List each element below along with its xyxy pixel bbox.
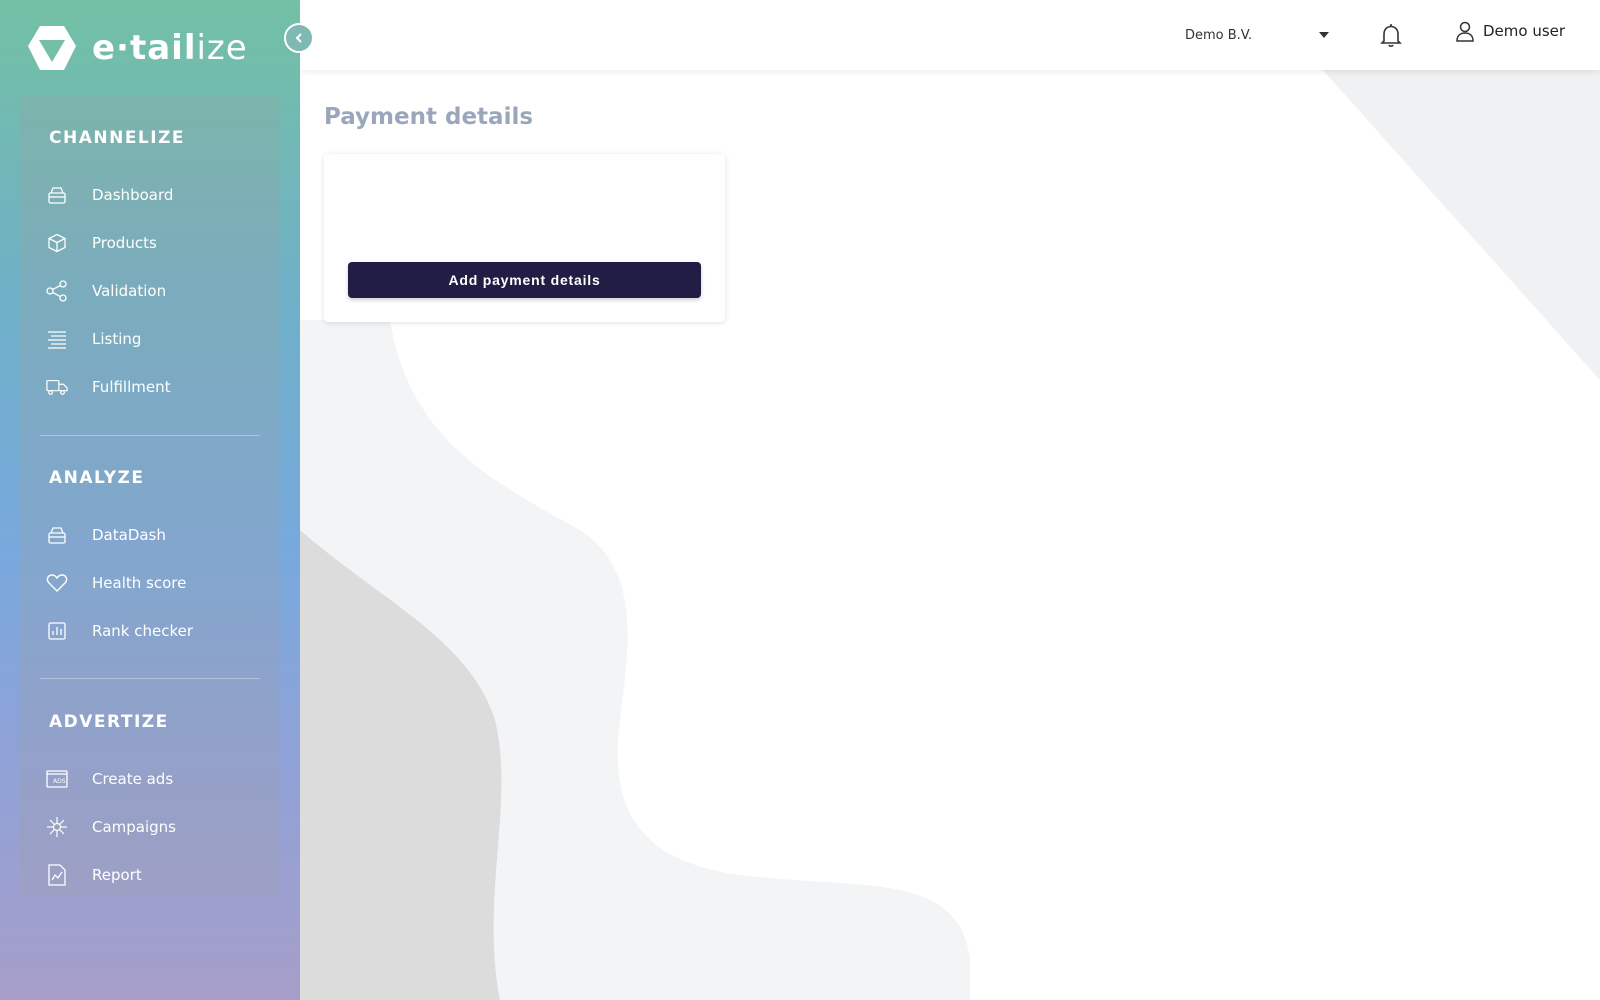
dashboard-icon <box>46 524 68 546</box>
sidebar-item-label: Report <box>92 866 142 884</box>
report-icon <box>46 864 68 886</box>
box-icon <box>46 232 68 254</box>
svg-text:ADS: ADS <box>53 778 66 785</box>
sidebar-item-dashboard[interactable]: Dashboard <box>46 177 266 213</box>
section-divider <box>40 435 260 436</box>
sidebar-item-label: Validation <box>92 282 167 300</box>
list-icon <box>46 328 68 350</box>
heart-icon <box>46 572 68 594</box>
sidebar-item-label: Dashboard <box>92 186 174 204</box>
sidebar-item-label: DataDash <box>92 526 166 544</box>
main-content: Demo B.V. Demo user Payment details Add … <box>300 0 1600 1000</box>
section-divider <box>40 678 260 679</box>
add-payment-details-button[interactable]: Add payment details <box>348 262 701 298</box>
company-select-value: Demo B.V. <box>1185 27 1253 43</box>
page-title: Payment details <box>324 104 534 130</box>
bell-icon[interactable] <box>1378 22 1404 48</box>
sidebar: e·tailize CHANNELIZE Dashboard Products … <box>0 0 300 1000</box>
truck-icon <box>46 376 68 398</box>
user-name: Demo user <box>1483 22 1566 40</box>
sidebar-item-label: Campaigns <box>92 818 177 836</box>
sidebar-item-label: Rank checker <box>92 622 194 640</box>
company-select[interactable]: Demo B.V. <box>1185 20 1330 50</box>
sidebar-item-label: Products <box>92 234 157 252</box>
bar-chart-icon <box>46 620 68 642</box>
topbar: Demo B.V. Demo user <box>300 0 1600 70</box>
sidebar-item-create-ads[interactable]: ADS Create ads <box>46 761 266 797</box>
section-title-channelize: CHANNELIZE <box>49 128 186 148</box>
logo-text: e·tailize <box>92 28 248 68</box>
sidebar-menu: CHANNELIZE Dashboard Products Validation… <box>20 96 280 896</box>
sidebar-item-label: Create ads <box>92 770 174 788</box>
sidebar-item-label: Listing <box>92 330 142 348</box>
sidebar-item-products[interactable]: Products <box>46 225 266 261</box>
sidebar-item-listing[interactable]: Listing <box>46 321 266 357</box>
payment-card: Add payment details <box>324 154 725 322</box>
section-title-analyze: ANALYZE <box>49 468 145 488</box>
caret-down-icon <box>1319 32 1329 38</box>
sidebar-item-validation[interactable]: Validation <box>46 273 266 309</box>
sidebar-item-datadash[interactable]: DataDash <box>46 517 266 553</box>
background-shapes <box>300 0 1600 1000</box>
user-icon <box>1456 21 1474 42</box>
dashboard-icon <box>46 184 68 206</box>
user-menu[interactable]: Demo user <box>1455 20 1565 42</box>
share-nodes-icon <box>46 280 68 302</box>
sidebar-item-report[interactable]: Report <box>46 857 266 893</box>
logo-mark-icon <box>28 26 76 70</box>
sidebar-item-fulfillment[interactable]: Fulfillment <box>46 369 266 405</box>
sidebar-collapse-button[interactable] <box>284 23 314 53</box>
sidebar-item-label: Fulfillment <box>92 378 171 396</box>
etailize-logo[interactable]: e·tailize <box>26 24 248 72</box>
sidebar-item-campaigns[interactable]: Campaigns <box>46 809 266 845</box>
sidebar-item-health-score[interactable]: Health score <box>46 565 266 601</box>
section-title-advertize: ADVERTIZE <box>49 712 169 732</box>
sidebar-item-label: Health score <box>92 574 187 592</box>
chevron-left-icon <box>295 33 302 43</box>
sidebar-item-rank-checker[interactable]: Rank checker <box>46 613 266 649</box>
ads-icon: ADS <box>46 768 68 790</box>
network-icon <box>46 816 68 838</box>
